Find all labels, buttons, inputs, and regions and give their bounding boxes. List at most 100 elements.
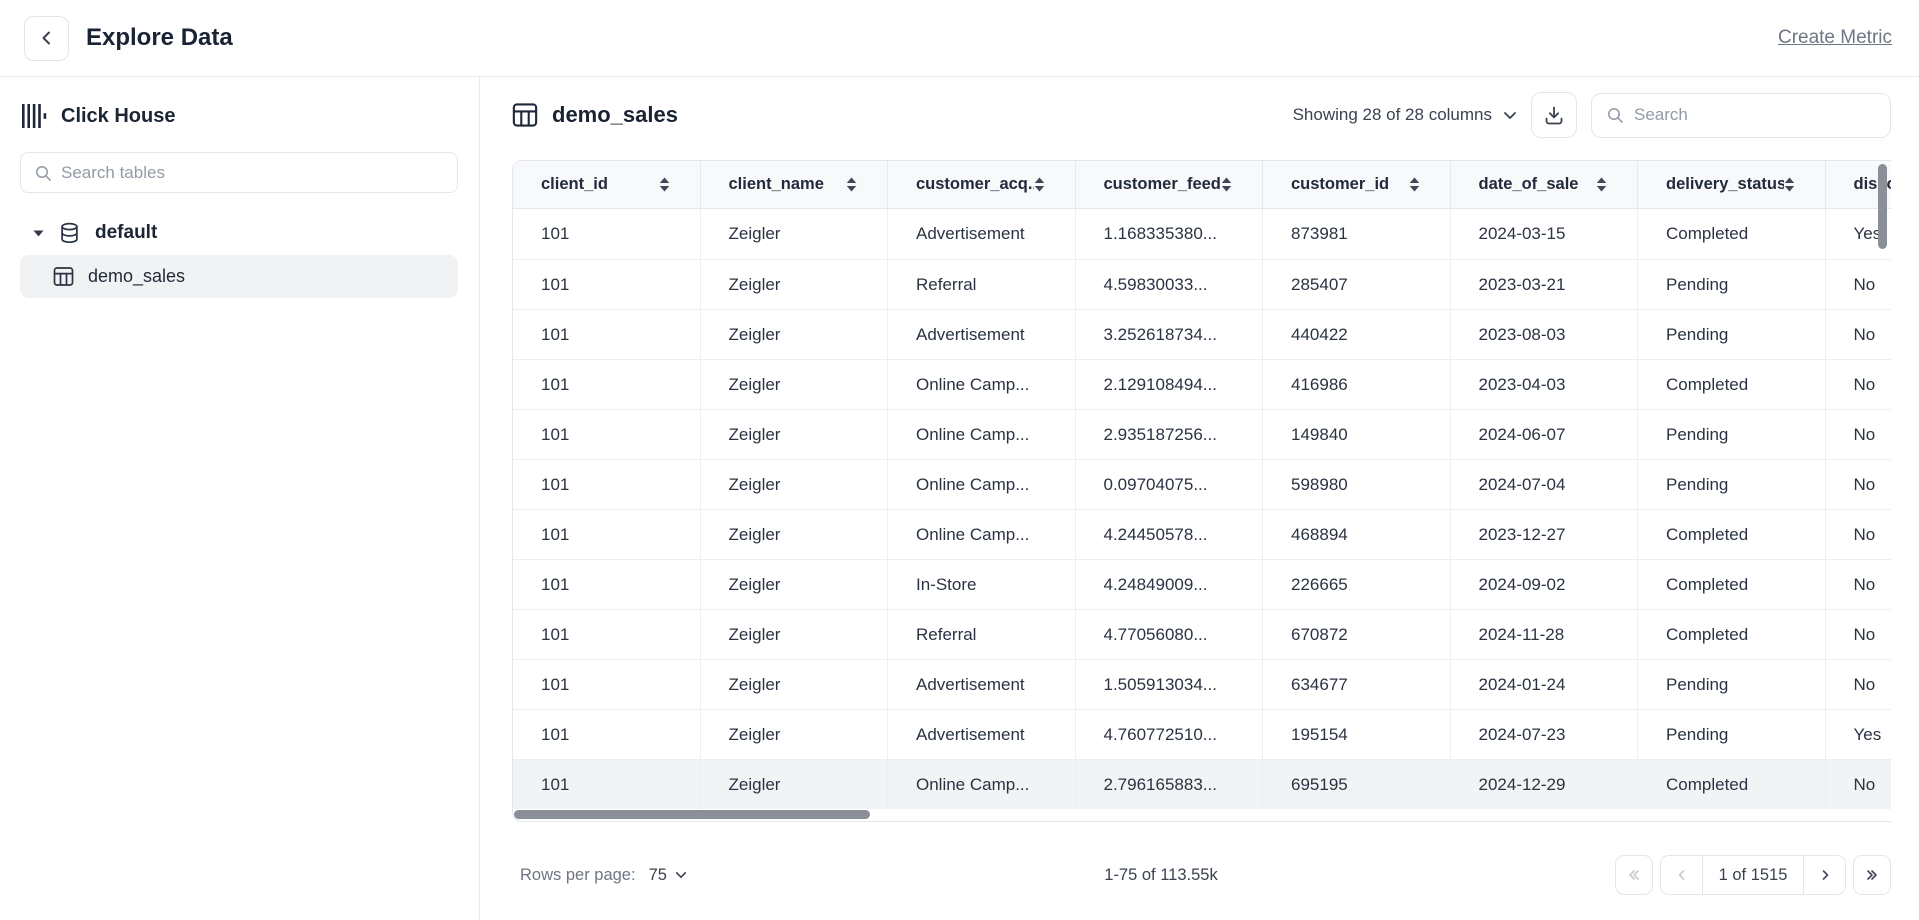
table-row[interactable]: 101ZeiglerOnline Camp...4.24450578...468… <box>513 509 1891 559</box>
cell: Online Camp... <box>888 360 1076 409</box>
cell: 101 <box>513 209 701 259</box>
cell: Zeigler <box>701 560 889 609</box>
column-header-customer-acq[interactable]: customer_acq... <box>888 161 1076 208</box>
cell: 2023-03-21 <box>1451 260 1639 309</box>
cell: 2023-12-27 <box>1451 510 1639 559</box>
cell: 101 <box>513 660 701 709</box>
double-chevron-left-icon <box>1626 867 1642 883</box>
cell: 2024-12-29 <box>1451 760 1639 809</box>
cell: 2024-09-02 <box>1451 560 1639 609</box>
cell: 2.935187256... <box>1076 410 1264 459</box>
column-header-label: customer_id <box>1291 175 1389 194</box>
column-header-label: date_of_sale <box>1479 175 1579 194</box>
table-row[interactable]: 101ZeiglerOnline Camp...0.09704075...598… <box>513 459 1891 509</box>
columns-visibility-dropdown[interactable]: Showing 28 of 28 columns <box>1293 105 1517 125</box>
chevron-right-icon <box>1817 867 1833 883</box>
column-header-customer-feed[interactable]: customer_feed... <box>1076 161 1264 208</box>
search-icon <box>34 164 52 182</box>
table-row[interactable]: 101ZeiglerAdvertisement1.168335380...873… <box>513 209 1891 259</box>
cell: Zeigler <box>701 760 889 809</box>
clickhouse-logo-icon <box>21 103 48 129</box>
chevron-down-icon <box>675 871 687 879</box>
column-header-delivery-status[interactable]: delivery_status <box>1638 161 1826 208</box>
table-search <box>1591 93 1891 138</box>
cell: 2024-03-15 <box>1451 209 1639 259</box>
last-page-button[interactable] <box>1853 855 1891 895</box>
cell: 2024-06-07 <box>1451 410 1639 459</box>
column-header-label: customer_feed... <box>1104 175 1222 194</box>
create-metric-link[interactable]: Create Metric <box>1778 27 1892 49</box>
cell: 4.760772510... <box>1076 710 1264 759</box>
cell: 101 <box>513 410 701 459</box>
cell: No <box>1826 360 1892 409</box>
cell: 2.129108494... <box>1076 360 1264 409</box>
column-header-label: client_name <box>729 175 824 194</box>
cell: Pending <box>1638 310 1826 359</box>
first-page-button[interactable] <box>1615 855 1653 895</box>
sidebar: Click House default demo_sales <box>0 77 480 920</box>
cell: 4.24450578... <box>1076 510 1264 559</box>
cell: 2024-01-24 <box>1451 660 1639 709</box>
vertical-scrollbar-thumb[interactable] <box>1878 164 1887 249</box>
cell: 101 <box>513 510 701 559</box>
cell: Zeigler <box>701 209 889 259</box>
cell: 2.796165883... <box>1076 760 1264 809</box>
cell: Online Camp... <box>888 410 1076 459</box>
column-header-customer-id[interactable]: customer_id <box>1263 161 1451 208</box>
cell: Completed <box>1638 560 1826 609</box>
column-header-client-name[interactable]: client_name <box>701 161 889 208</box>
table-grid-icon <box>53 266 74 287</box>
table-row[interactable]: 101ZeiglerIn-Store4.24849009...226665202… <box>513 559 1891 609</box>
previous-page-button[interactable] <box>1661 856 1703 894</box>
column-header-client-id[interactable]: client_id <box>513 161 701 208</box>
cell: 1.505913034... <box>1076 660 1264 709</box>
chevron-left-icon <box>1674 867 1690 883</box>
cell: 101 <box>513 760 701 809</box>
cell: Pending <box>1638 260 1826 309</box>
download-button[interactable] <box>1531 92 1577 138</box>
sidebar-item-table-demo-sales[interactable]: demo_sales <box>20 255 458 298</box>
horizontal-scrollbar-thumb[interactable] <box>514 810 870 819</box>
cell: 2024-07-23 <box>1451 710 1639 759</box>
cell: 2024-07-04 <box>1451 460 1639 509</box>
data-table: client_id client_name customer_acq... custo… <box>512 160 1891 822</box>
cell: 285407 <box>1263 260 1451 309</box>
sidebar-item-database-default[interactable]: default <box>33 215 157 251</box>
back-button[interactable] <box>24 16 69 61</box>
cell: Zeigler <box>701 610 889 659</box>
table-grid-icon <box>512 102 538 128</box>
cell: Zeigler <box>701 710 889 759</box>
cell: Advertisement <box>888 660 1076 709</box>
cell: Online Camp... <box>888 510 1076 559</box>
table-search-input[interactable] <box>1634 105 1876 125</box>
table-row[interactable]: 101ZeiglerAdvertisement4.760772510...195… <box>513 709 1891 759</box>
cell: In-Store <box>888 560 1076 609</box>
cell: 4.59830033... <box>1076 260 1264 309</box>
search-icon <box>1606 106 1624 124</box>
next-page-button[interactable] <box>1803 856 1845 894</box>
sidebar-table-label: demo_sales <box>88 266 185 287</box>
table-row[interactable]: 101ZeiglerAdvertisement3.252618734...440… <box>513 309 1891 359</box>
table-row[interactable]: 101ZeiglerOnline Camp...2.129108494...41… <box>513 359 1891 409</box>
cell: Referral <box>888 260 1076 309</box>
cell: Zeigler <box>701 360 889 409</box>
cell: 634677 <box>1263 660 1451 709</box>
caret-down-icon[interactable] <box>33 230 44 237</box>
search-tables-input[interactable] <box>61 163 444 183</box>
table-row[interactable]: 101ZeiglerAdvertisement1.505913034...634… <box>513 659 1891 709</box>
cell: No <box>1826 410 1892 459</box>
cell: 226665 <box>1263 560 1451 609</box>
cell: Advertisement <box>888 710 1076 759</box>
download-icon <box>1543 104 1565 126</box>
cell: 598980 <box>1263 460 1451 509</box>
rows-per-page-dropdown[interactable]: 75 <box>649 866 687 885</box>
table-title: demo_sales <box>552 102 678 128</box>
table-row[interactable]: 101ZeiglerOnline Camp...2.796165883...69… <box>513 759 1891 809</box>
table-row[interactable]: 101ZeiglerOnline Camp...2.935187256...14… <box>513 409 1891 459</box>
sort-icon <box>1596 177 1607 192</box>
column-header-date-of-sale[interactable]: date_of_sale <box>1451 161 1639 208</box>
sort-icon <box>1784 177 1795 192</box>
table-row[interactable]: 101ZeiglerReferral4.77056080...670872202… <box>513 609 1891 659</box>
rows-per-page-label: Rows per page: <box>520 866 636 885</box>
table-row[interactable]: 101ZeiglerReferral4.59830033...285407202… <box>513 259 1891 309</box>
